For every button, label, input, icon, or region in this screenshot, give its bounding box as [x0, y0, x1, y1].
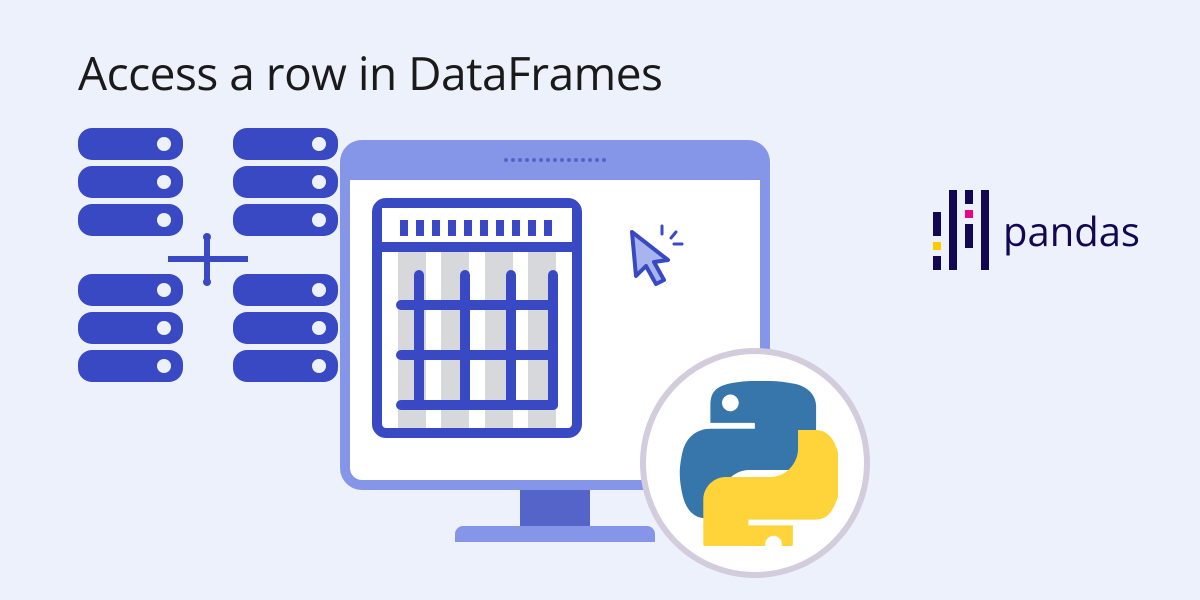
cursor-click-icon	[620, 220, 690, 290]
data-grid-icon	[372, 198, 582, 438]
python-logo-badge	[640, 348, 870, 578]
server-cluster-icon	[78, 128, 338, 388]
page-title: Access a row in DataFrames	[78, 42, 662, 104]
python-logo-icon	[673, 381, 838, 546]
pandas-label: pandas	[1003, 203, 1140, 258]
pandas-logo: pandas	[933, 190, 1140, 270]
pandas-logo-icon	[933, 190, 989, 270]
